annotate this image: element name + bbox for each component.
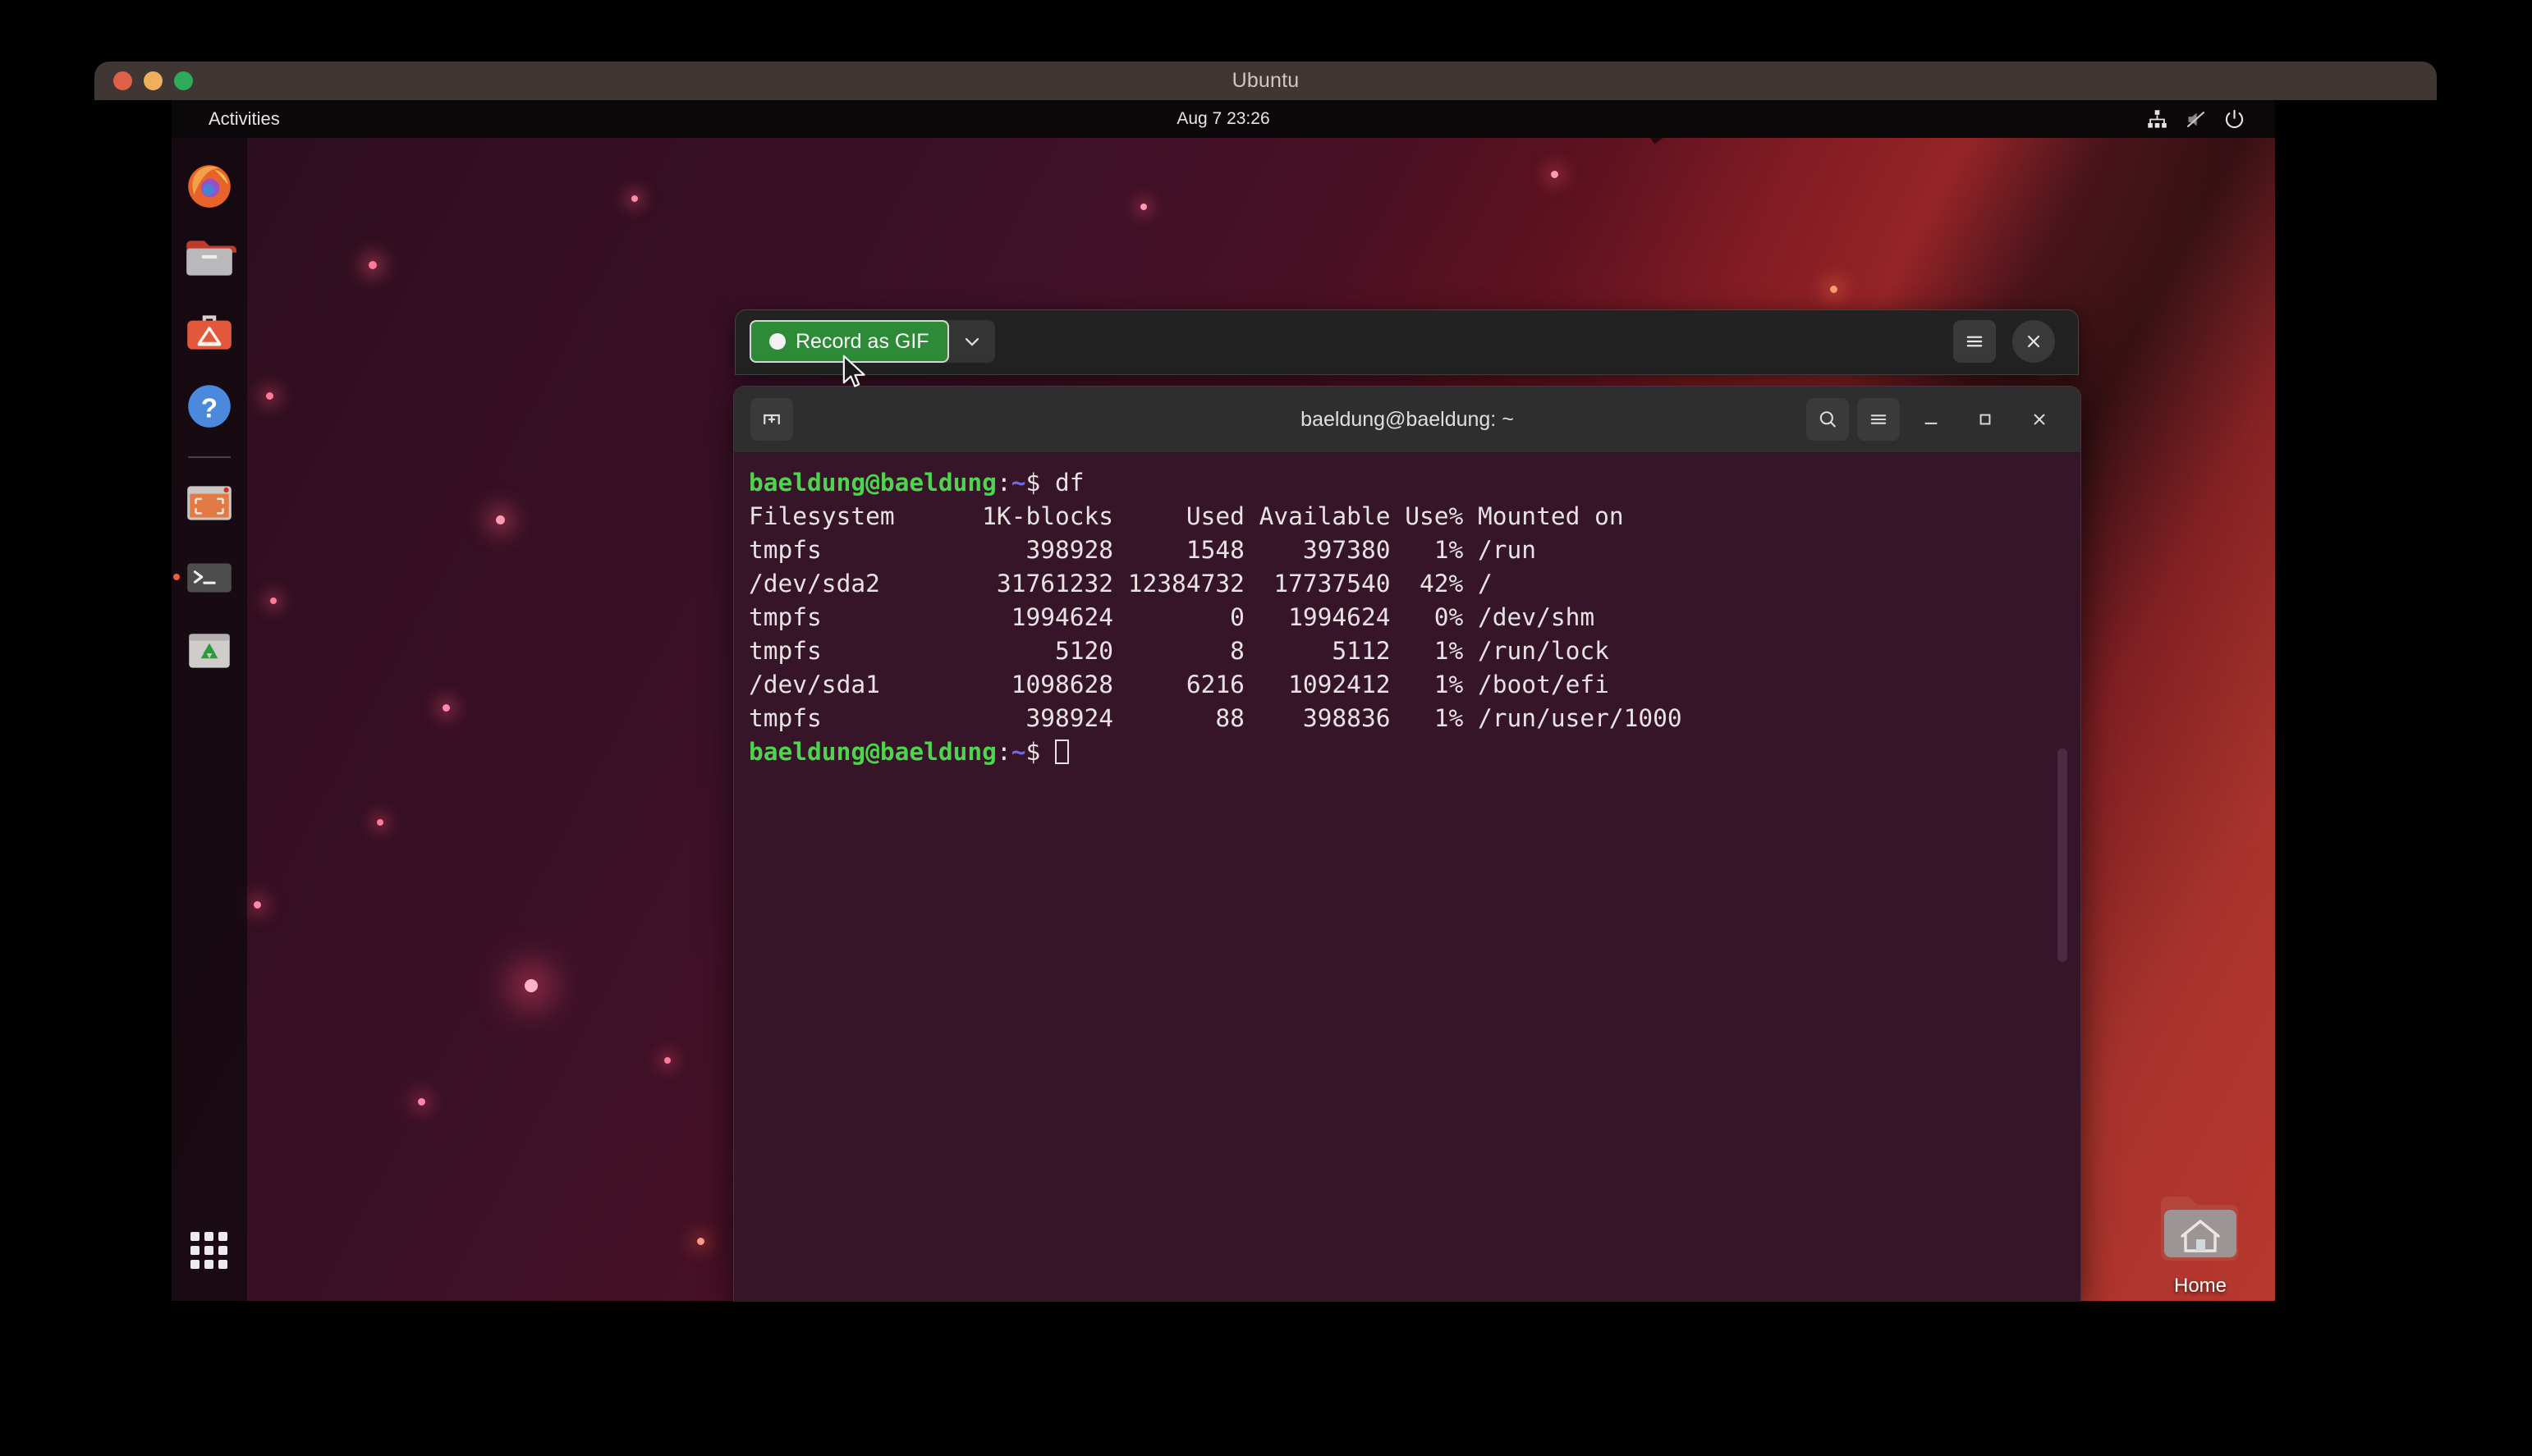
desktop-icon-home[interactable]: Home xyxy=(2131,1192,2270,1298)
network-icon[interactable] xyxy=(2146,108,2168,130)
home-folder-icon xyxy=(2161,1197,2238,1261)
close-window-button[interactable] xyxy=(113,71,132,90)
desktop-icon-home-label: Home xyxy=(2173,1275,2227,1297)
dock-item-trash[interactable] xyxy=(182,624,236,678)
vm-window-title: Ubuntu xyxy=(1232,69,1300,92)
minimize-icon xyxy=(1924,422,1938,424)
terminal-icon xyxy=(187,563,232,593)
terminal-window-controls xyxy=(1806,387,2062,452)
dock-item-ubuntu-software[interactable] xyxy=(182,305,236,359)
system-tray xyxy=(2146,100,2245,138)
hamburger-icon xyxy=(1870,414,1887,424)
vm-titlebar: Ubuntu xyxy=(94,62,2437,101)
dock-item-firefox[interactable] xyxy=(182,158,236,212)
trash-icon xyxy=(189,634,230,668)
running-indicator xyxy=(173,574,180,580)
terminal-scrollbar[interactable] xyxy=(2057,749,2067,962)
terminal-menu-button[interactable] xyxy=(1857,398,1900,441)
search-icon xyxy=(1819,411,1836,428)
show-applications-button[interactable] xyxy=(190,1232,228,1270)
help-icon: ? xyxy=(188,385,231,428)
chevron-down-icon xyxy=(965,337,979,346)
new-tab-button[interactable] xyxy=(750,398,793,441)
new-tab-icon xyxy=(764,414,780,425)
peek-close-button[interactable] xyxy=(2012,320,2055,363)
terminal-minimize-button[interactable] xyxy=(1908,398,1954,441)
window-traffic-lights xyxy=(113,62,193,100)
terminal-header: baeldung@baeldung: ~ xyxy=(734,387,2080,453)
ubuntu-software-icon xyxy=(187,315,232,350)
svg-text:?: ? xyxy=(201,392,218,423)
dock-item-app-window[interactable] xyxy=(182,476,236,530)
volume-muted-icon[interactable] xyxy=(2185,108,2207,130)
power-icon[interactable] xyxy=(2223,108,2245,130)
record-dot-icon xyxy=(769,333,786,350)
record-button-group: Record as GIF xyxy=(750,320,995,363)
dock-item-terminal[interactable] xyxy=(173,550,236,604)
ubuntu-desktop: Home Activities Aug 7 23:26 ? Record as … xyxy=(94,100,2437,1330)
dock-separator xyxy=(188,456,231,458)
clock[interactable]: Aug 7 23:26 xyxy=(172,100,2275,138)
hamburger-icon xyxy=(1966,336,1983,347)
vm-window: Ubuntu Home Activities Aug 7 23:26 ? Rec… xyxy=(94,62,2437,1330)
maximize-icon xyxy=(1979,414,1991,425)
terminal-window: baeldung@baeldung: ~ baeldung@baeldung:~… xyxy=(733,386,2081,1302)
terminal-output: baeldung@baeldung:~$ df Filesystem 1K-bl… xyxy=(749,469,1682,766)
app-window-icon xyxy=(187,486,232,520)
close-icon xyxy=(2027,335,2040,348)
record-format-dropdown[interactable] xyxy=(949,320,995,363)
files-folder-icon xyxy=(186,240,236,276)
peek-recorder-window: Record as GIF xyxy=(735,309,2079,375)
terminal-search-button[interactable] xyxy=(1806,398,1849,441)
record-as-gif-button[interactable]: Record as GIF xyxy=(750,320,949,363)
zoom-window-button[interactable] xyxy=(174,71,193,90)
firefox-icon xyxy=(188,165,231,208)
terminal-close-button[interactable] xyxy=(2016,398,2062,441)
dock-item-files[interactable] xyxy=(182,231,236,286)
peek-menu-button[interactable] xyxy=(1953,320,1996,363)
ubuntu-dock: ? xyxy=(172,138,247,1301)
record-as-gif-label: Record as GIF xyxy=(796,329,929,353)
minimize-window-button[interactable] xyxy=(144,71,163,90)
dock-item-help[interactable]: ? xyxy=(182,379,236,433)
gnome-top-bar: Activities Aug 7 23:26 xyxy=(172,100,2275,138)
terminal-maximize-button[interactable] xyxy=(1962,398,2008,441)
close-icon xyxy=(2034,414,2045,425)
terminal-body[interactable]: baeldung@baeldung:~$ df Filesystem 1K-bl… xyxy=(734,453,2080,1302)
